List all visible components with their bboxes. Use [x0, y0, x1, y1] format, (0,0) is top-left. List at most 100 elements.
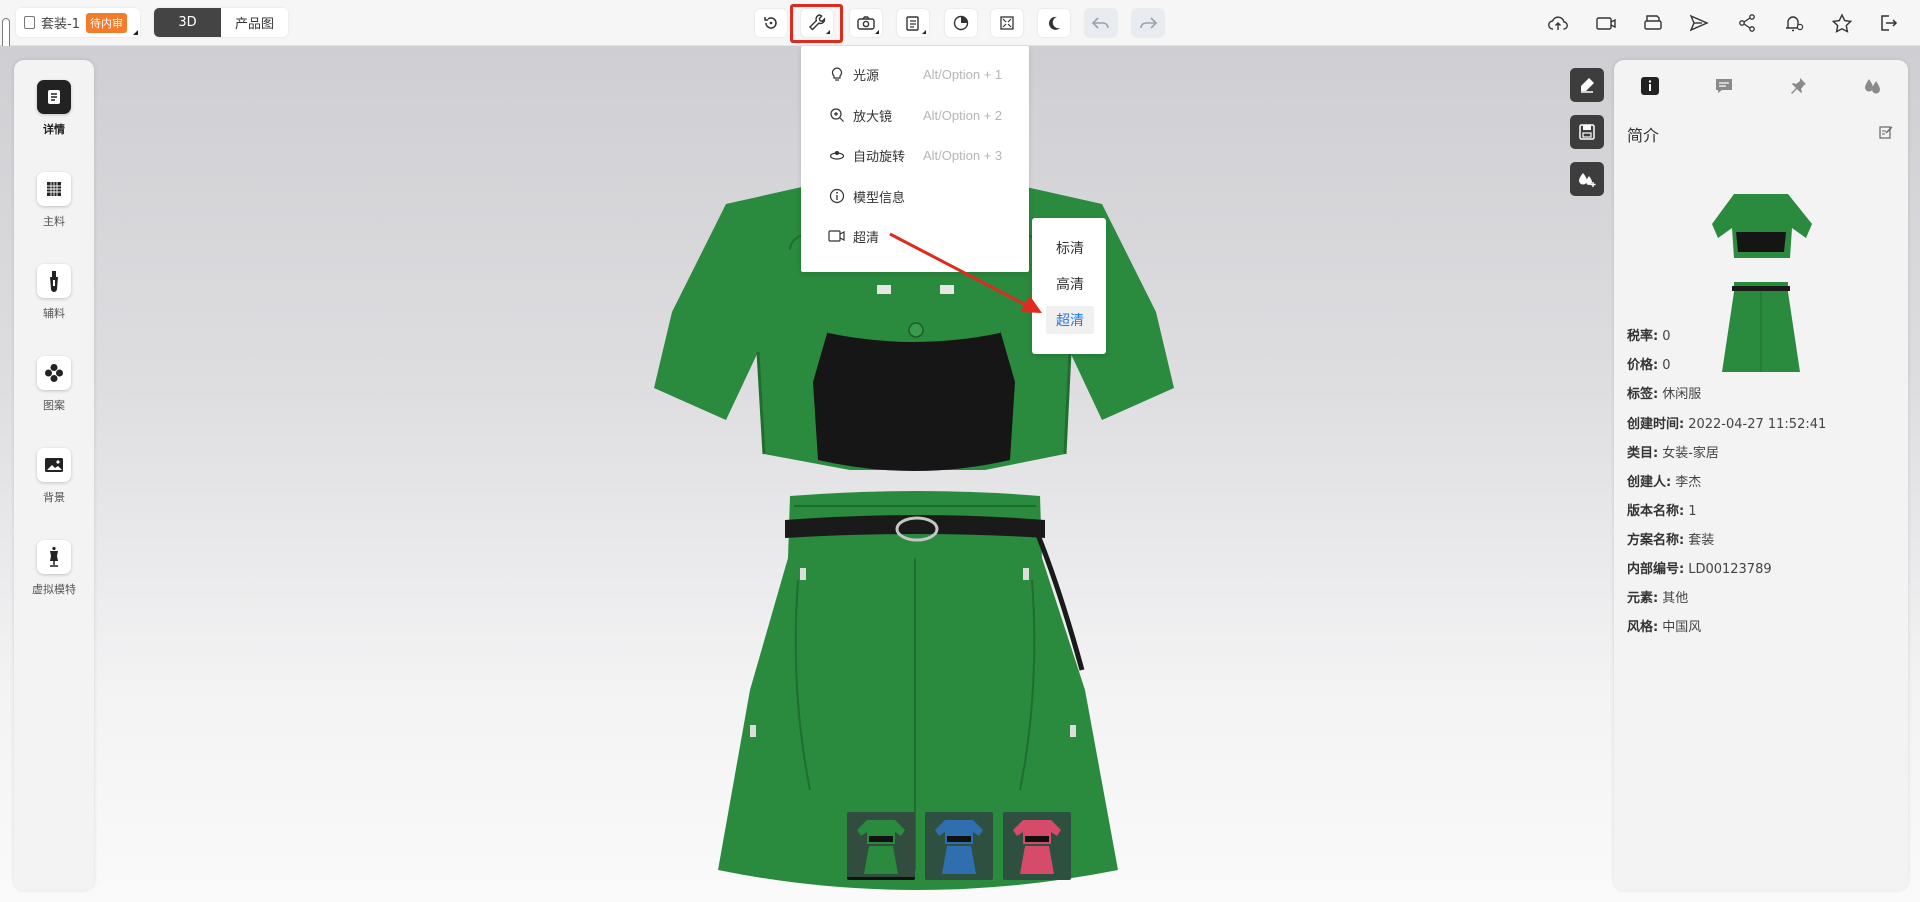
info-row-scheme: 方案名称: 套装: [1627, 533, 1715, 548]
timer-button[interactable]: [945, 9, 977, 37]
color-drops-add-icon: [1579, 173, 1596, 187]
product-thumbnail: [1712, 194, 1812, 372]
save-icon: [1579, 124, 1595, 140]
tools-dropdown-menu: 光源 Alt/Option + 1 放大镜 Alt/Option + 2 自动旋…: [801, 46, 1029, 272]
pie-timer-icon: [953, 15, 969, 31]
auto-rotate-icon: [827, 145, 847, 165]
info-row-price: 价格: 0: [1627, 358, 1671, 373]
sidebar-label-main-fabric: 主料: [43, 215, 65, 228]
video-icon: [1596, 17, 1616, 30]
quality-option-uhd[interactable]: 超清: [1046, 306, 1094, 334]
notification-settings-button[interactable]: [1778, 9, 1810, 37]
tab-pin[interactable]: [1786, 74, 1810, 98]
menu-item-auto-rotate[interactable]: 自动旋转 Alt/Option + 3: [827, 144, 1017, 166]
quality-submenu: 标清 高清 超清: [1032, 218, 1106, 354]
save-tool-button[interactable]: [1570, 115, 1604, 149]
zipper-icon: [37, 264, 71, 298]
pages-button[interactable]: [897, 9, 929, 37]
tab-3d[interactable]: 3D: [154, 8, 221, 37]
tab-colors[interactable]: [1860, 74, 1884, 98]
sidebar-item-main-fabric[interactable]: 主料: [14, 172, 94, 229]
sidebar-item-pattern[interactable]: 图案: [14, 356, 94, 413]
reset-view-button[interactable]: [755, 9, 787, 37]
info-row-internal-code: 内部编号: LD00123789: [1627, 562, 1772, 577]
info-circle-icon: [827, 186, 847, 206]
sidebar-label-details: 详情: [43, 123, 65, 136]
lightbulb-icon: [827, 64, 847, 84]
screenshot-button[interactable]: [850, 9, 882, 37]
info-row-created-time: 创建时间: 2022-04-27 11:52:41: [1627, 417, 1827, 432]
magnifier-icon: [827, 105, 847, 125]
pin-icon: [1791, 78, 1806, 94]
top-toolbar: 套装-1 待内审 3D 产品图: [0, 0, 1920, 80]
edit-button[interactable]: [1878, 124, 1894, 140]
printer-icon: [1644, 15, 1662, 30]
garment-3d-model[interactable]: [640, 170, 1200, 902]
share-button[interactable]: [1731, 9, 1763, 37]
tab-comments[interactable]: [1712, 74, 1736, 98]
variant-green-thumbnail[interactable]: [847, 812, 915, 880]
sidebar-item-background[interactable]: 背景: [14, 448, 94, 505]
sidebar-label-pattern: 图案: [43, 399, 65, 412]
cloud-upload-button[interactable]: [1542, 9, 1574, 37]
fabric-grid-icon: [37, 172, 71, 206]
details-icon: [37, 80, 71, 114]
sidebar-label-accessories: 辅料: [43, 307, 65, 320]
exit-icon: [1881, 15, 1898, 31]
share-icon: [1739, 14, 1755, 32]
info-row-tag: 标签: 休闲服: [1627, 387, 1702, 402]
background-image-icon: [37, 448, 71, 482]
star-icon: [1831, 13, 1853, 33]
info-row-version: 版本名称: 1: [1627, 504, 1697, 519]
menu-item-quality[interactable]: 超清: [827, 225, 1017, 247]
mannequin-icon: [37, 540, 71, 574]
menu-item-model-info[interactable]: 模型信息: [827, 185, 1017, 207]
comment-icon: [1716, 79, 1732, 93]
video-button[interactable]: [1590, 9, 1622, 37]
file-selector[interactable]: 套装-1 待内审: [16, 8, 140, 37]
variant-blue-thumbnail[interactable]: [925, 812, 993, 880]
eraser-tool-button[interactable]: [1570, 68, 1604, 102]
undo-icon: [1091, 17, 1109, 29]
tab-info[interactable]: [1638, 74, 1662, 98]
quality-option-hd[interactable]: 高清: [1046, 270, 1094, 298]
sidebar-item-details[interactable]: 详情: [14, 80, 94, 137]
variant-pink-thumbnail[interactable]: [1003, 812, 1071, 880]
left-sidebar: 详情 主料 辅料 图案 背景 虚拟模特: [14, 60, 94, 890]
moon-icon: [1048, 16, 1060, 30]
reset-icon: [764, 17, 777, 29]
sidebar-label-virtual-model: 虚拟模特: [32, 583, 76, 596]
video-camera-icon: [827, 226, 847, 246]
exit-button[interactable]: [1872, 9, 1904, 37]
fullscreen-button[interactable]: [991, 9, 1023, 37]
view-toggle: 3D 产品图: [154, 8, 288, 37]
info-row-creator: 创建人: 李杰: [1627, 475, 1702, 490]
favorite-button[interactable]: [1826, 9, 1858, 37]
info-row-style: 风格: 中国风: [1627, 620, 1702, 635]
color-drops-add-button[interactable]: [1570, 162, 1604, 196]
eraser-icon: [1581, 78, 1594, 93]
document-icon: [24, 16, 35, 29]
sidebar-label-background: 背景: [43, 491, 65, 504]
file-name: 套装-1: [41, 17, 80, 32]
send-icon: [1689, 14, 1709, 32]
menu-item-light[interactable]: 光源 Alt/Option + 1: [827, 63, 1017, 85]
menu-item-magnifier[interactable]: 放大镜 Alt/Option + 2: [827, 104, 1017, 126]
sidebar-item-accessories[interactable]: 辅料: [14, 264, 94, 321]
bell-settings-icon: [1786, 16, 1804, 32]
info-panel: 简介 税率: 0 价格: 0 标签: 休闲服 创建时间: 2022-04-27 11:5…: [1614, 60, 1908, 890]
pattern-icon: [37, 356, 71, 390]
sidebar-item-virtual-model[interactable]: 虚拟模特: [14, 540, 94, 597]
send-button[interactable]: [1683, 9, 1715, 37]
cloud-upload-icon: [1548, 16, 1568, 30]
document-list-icon: [906, 16, 919, 31]
info-row-category: 类目: 女装-家居: [1627, 446, 1719, 461]
print-button[interactable]: [1637, 9, 1669, 37]
redo-button[interactable]: [1132, 9, 1164, 37]
night-mode-button[interactable]: [1038, 9, 1070, 37]
camera-icon: [857, 16, 875, 30]
quality-option-sd[interactable]: 标清: [1046, 234, 1094, 262]
undo-button[interactable]: [1085, 9, 1117, 37]
highlight-box: [790, 4, 843, 43]
tab-product-image[interactable]: 产品图: [221, 8, 288, 37]
